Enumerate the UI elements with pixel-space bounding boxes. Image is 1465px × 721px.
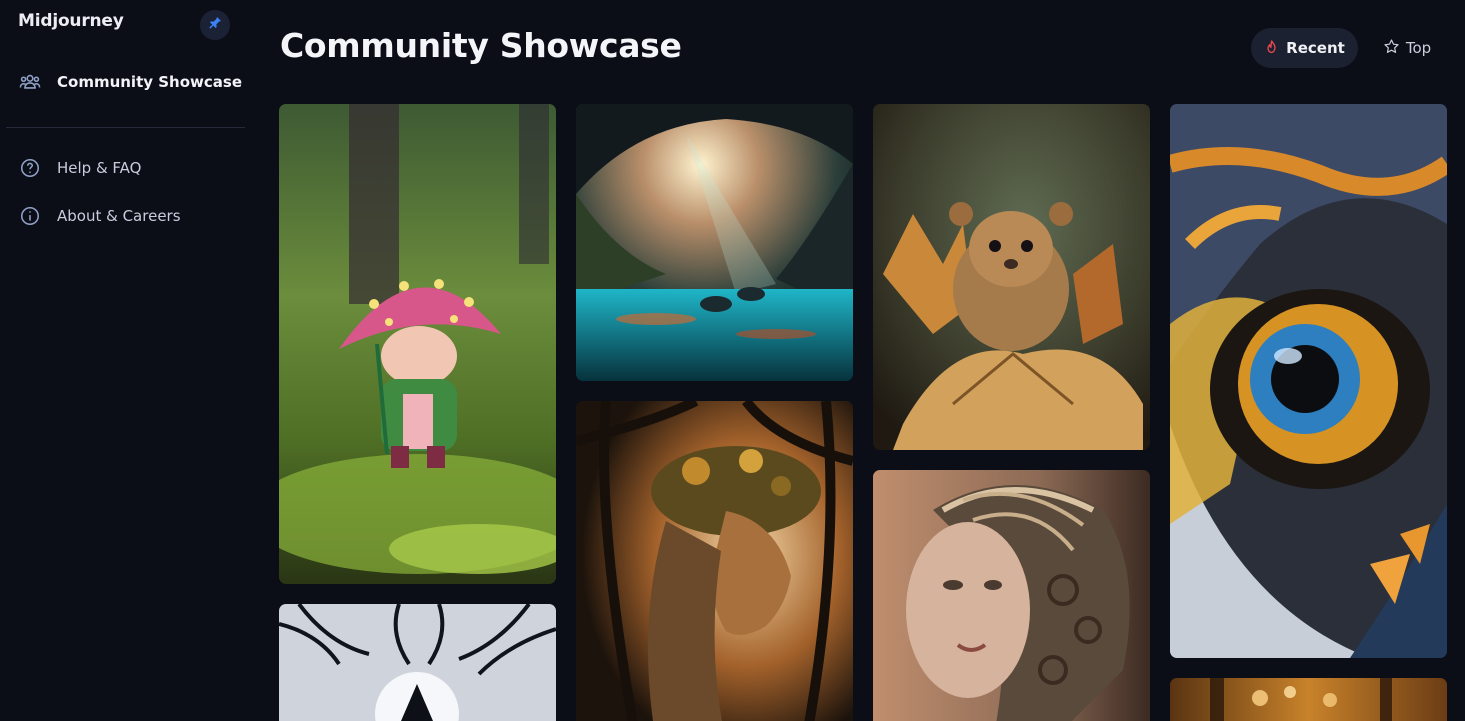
info-circle-icon — [18, 204, 42, 228]
gallery-image[interactable] — [279, 604, 556, 721]
gallery-image[interactable] — [1170, 678, 1447, 721]
sort-top-button[interactable]: Top — [1372, 28, 1442, 68]
sort-recent-button[interactable]: Recent — [1251, 28, 1358, 68]
sidebar-item-help-faq[interactable]: Help & FAQ — [18, 154, 142, 182]
sidebar: Midjourney Community Showcase Help & FAQ… — [0, 0, 250, 721]
gallery-image[interactable] — [873, 104, 1150, 450]
pin-icon — [207, 15, 223, 35]
users-icon — [18, 70, 42, 94]
pin-sidebar-button[interactable] — [200, 10, 230, 40]
help-circle-icon — [18, 156, 42, 180]
sidebar-item-label: Community Showcase — [57, 73, 243, 91]
sidebar-item-label: About & Careers — [57, 207, 181, 225]
sidebar-item-community-showcase[interactable]: Community Showcase — [18, 68, 242, 96]
flame-icon — [1264, 39, 1279, 58]
gallery-image[interactable] — [279, 104, 556, 584]
sort-top-label: Top — [1405, 39, 1432, 57]
gallery-image[interactable] — [873, 470, 1150, 721]
star-icon — [1383, 38, 1400, 59]
page-title: Community Showcase — [280, 26, 682, 65]
sort-recent-label: Recent — [1286, 39, 1345, 57]
gallery-image[interactable] — [576, 104, 853, 381]
gallery-image[interactable] — [1170, 104, 1447, 658]
sidebar-item-label: Help & FAQ — [57, 159, 142, 177]
sidebar-item-about-careers[interactable]: About & Careers — [18, 202, 181, 230]
gallery-image[interactable] — [576, 401, 853, 721]
brand-name[interactable]: Midjourney — [18, 11, 124, 31]
app: Midjourney Community Showcase Help & FAQ… — [0, 0, 1465, 721]
sidebar-divider — [6, 127, 245, 128]
